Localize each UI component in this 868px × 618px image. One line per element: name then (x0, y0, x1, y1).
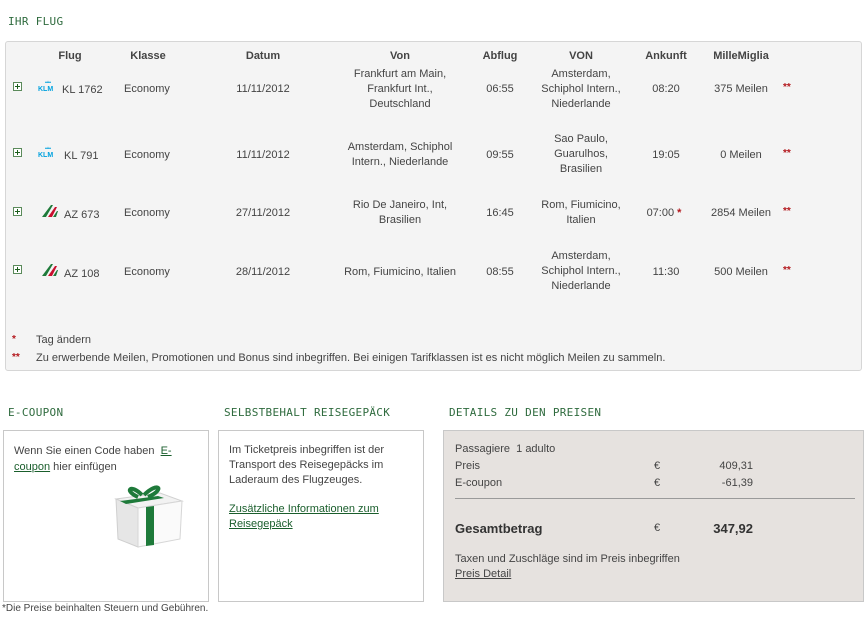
miles-note-star: ** (783, 206, 791, 217)
baggage-text: Im Ticketpreis inbegriffen ist der Trans… (229, 444, 385, 486)
ecoupon-value: -61,39 (721, 477, 753, 489)
flight-arrival: 11:30 (652, 266, 680, 278)
flights-panel: Flug Klasse Datum Von Abflug VON Ankunft… (5, 41, 862, 371)
price-label: Preis (455, 460, 481, 472)
miles-note-star: ** (783, 82, 791, 93)
flight-to: Amsterdam, Schiphol Intern., Niederlande (541, 68, 621, 110)
total-currency: € (654, 522, 661, 534)
flight-departure: 16:45 (486, 207, 514, 219)
flight-arrival: 19:05 (652, 149, 680, 161)
day-change-star: * (677, 207, 682, 219)
flight-class: Economy (124, 149, 170, 161)
flight-departure: 06:55 (486, 83, 514, 95)
ecoupon-box: Wenn Sie einen Code haben E- coupon hier… (3, 430, 209, 602)
flight-from: Frankfurt am Main, Frankfurt Int., Deuts… (353, 68, 447, 110)
price-note: Taxen und Zuschläge sind im Preis inbegr… (455, 553, 680, 565)
klm-logo-icon: KLM (38, 80, 53, 92)
note-mark: * (12, 334, 16, 345)
prices-box: Passagiere 1 adulto Preis € 409,31 E-cou… (443, 430, 864, 602)
ecoupon-currency: € (654, 477, 661, 489)
ecoupon-title: E-COUPON (8, 406, 64, 419)
flight-miles: 0 Meilen (720, 149, 762, 161)
note-mark: ** (12, 352, 20, 363)
flight-date: 11/11/2012 (236, 83, 290, 95)
header-ankunft: Ankunft (645, 50, 687, 62)
flight-class: Economy (124, 83, 170, 95)
flight-date: 27/11/2012 (235, 207, 291, 219)
header-nach: VON (569, 50, 593, 62)
flight-section-title: IHR FLUG (8, 15, 64, 28)
expand-plus-icon[interactable] (13, 148, 22, 157)
flight-number: KL 1762 (62, 84, 103, 96)
alitalia-logo-icon (42, 205, 58, 217)
flight-to: Sao Paulo, Guarulhos, Brasilien (554, 133, 608, 175)
header-datum: Datum (245, 50, 281, 62)
flight-class: Economy (124, 207, 170, 219)
gift-box-icon[interactable] (108, 477, 186, 551)
flight-arrival: 07:00 * (646, 207, 682, 219)
flight-number: AZ 673 (64, 209, 100, 221)
price-divider (455, 498, 855, 499)
klm-logo-icon: KLM (38, 146, 53, 158)
prices-title: DETAILS ZU DEN PREISEN (449, 406, 602, 419)
flight-departure: 08:55 (486, 266, 514, 278)
note-text: Tag ändern (36, 334, 92, 346)
ecoupon-link[interactable]: E- (161, 445, 172, 457)
flight-number: AZ 108 (64, 268, 100, 280)
header-klasse: Klasse (130, 50, 166, 62)
flight-from: Rom, Fiumicino, Italien (344, 266, 456, 278)
expand-plus-icon[interactable] (13, 265, 22, 274)
miles-note-star: ** (783, 265, 791, 276)
flight-from: Amsterdam, Schiphol Intern., Niederlande (347, 141, 453, 168)
flight-to: Amsterdam, Schiphol Intern., Niederlande (541, 250, 621, 292)
price-currency: € (654, 460, 661, 472)
svg-text:KLM: KLM (38, 152, 53, 158)
flight-miles: 375 Meilen (714, 83, 768, 95)
flight-number: KL 791 (64, 150, 99, 162)
expand-plus-icon[interactable] (13, 82, 22, 91)
header-millemiglia: MilleMiglia (713, 50, 769, 62)
passenger-count: Passagiere 1 adulto (455, 443, 556, 455)
ecoupon-text: Wenn Sie einen Code haben E- coupon hier… (14, 445, 172, 473)
ecoupon-label: E-coupon (455, 477, 503, 489)
alitalia-logo-icon (42, 264, 58, 276)
header-flug: Flug (58, 50, 82, 62)
total-value: 347,92 (713, 521, 753, 536)
flight-to: Rom, Fiumicino, Italien (541, 199, 621, 226)
price-detail-link[interactable]: Preis Detail (455, 568, 511, 580)
baggage-info-link[interactable]: Zusätzliche Informationen zum Reisegepäc… (229, 502, 419, 532)
price-value: 409,31 (719, 460, 753, 472)
expand-plus-icon[interactable] (13, 207, 22, 216)
flight-date: 28/11/2012 (235, 266, 291, 278)
svg-text:KLM: KLM (38, 86, 53, 92)
baggage-title: SELBSTBEHALT REISEGEPÄCK (224, 406, 391, 419)
header-von: Von (390, 50, 410, 62)
ecoupon-link[interactable]: coupon (14, 461, 50, 473)
flight-from: Rio De Janeiro, Int, Brasilien (352, 199, 448, 226)
flight-arrival: 08:20 (652, 83, 680, 95)
flight-miles: 500 Meilen (714, 266, 768, 278)
note-text: Zu erwerbende Meilen, Promotionen und Bo… (36, 352, 666, 364)
flight-date: 11/11/2012 (236, 149, 290, 161)
flight-class: Economy (124, 266, 170, 278)
flight-miles: 2854 Meilen (711, 207, 771, 219)
footer-note: *Die Preise beinhalten Steuern und Gebüh… (2, 603, 209, 614)
total-label: Gesamtbetrag (455, 521, 543, 536)
miles-note-star: ** (783, 148, 791, 159)
baggage-box: Im Ticketpreis inbegriffen ist der Trans… (218, 430, 424, 602)
header-abflug: Abflug (482, 50, 518, 62)
flight-departure: 09:55 (486, 149, 514, 161)
